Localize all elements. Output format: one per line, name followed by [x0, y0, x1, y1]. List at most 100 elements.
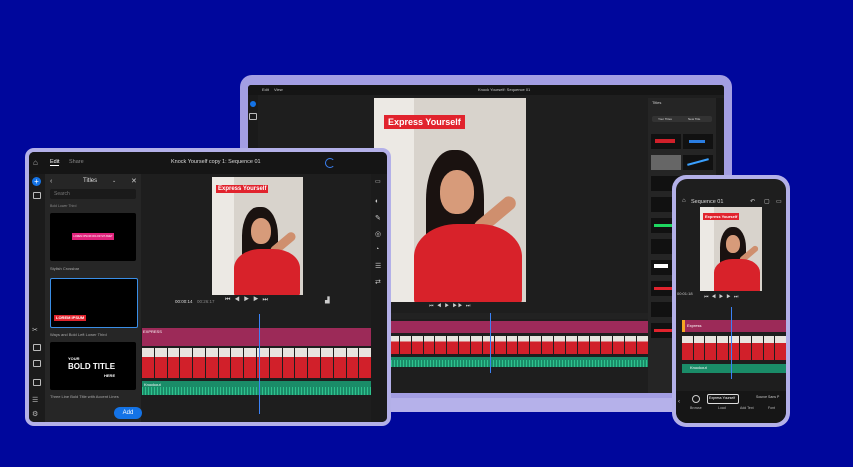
title-overlay[interactable]: Express Yourself: [703, 213, 740, 220]
back-icon[interactable]: ‹: [678, 399, 680, 405]
video-track[interactable]: [682, 336, 786, 360]
red-shirt: [714, 259, 760, 291]
back-icon[interactable]: ‹: [50, 178, 52, 185]
media-icon[interactable]: [249, 113, 257, 120]
title-card-selected[interactable]: LOREM IPSUM: [50, 278, 138, 328]
clip-icon[interactable]: [33, 379, 41, 386]
title-thumb[interactable]: [683, 155, 713, 170]
audio-icon[interactable]: ◎: [375, 230, 381, 238]
comment-icon[interactable]: ▭: [375, 178, 381, 185]
program-monitor: Express Yourself: [212, 177, 303, 295]
title-thumb[interactable]: [651, 134, 681, 149]
export-icon[interactable]: ▢: [764, 198, 770, 205]
playback-buttons-icon[interactable]: ⏮◀▶▶⏭: [704, 294, 741, 300]
tool-add-text[interactable]: Add Text: [740, 406, 754, 410]
tool-load[interactable]: Load: [718, 406, 726, 410]
add-icon[interactable]: [250, 101, 256, 107]
bottom-toolbar: ‹ Browse Express Yourself Load Add Text …: [676, 391, 786, 423]
panel-header: Titles: [652, 100, 662, 105]
timecode: 00:01:18: [677, 291, 693, 296]
red-shirt: [234, 249, 300, 295]
card-label: LOREM IPSUM: [54, 315, 87, 321]
font-chip-selected[interactable]: Express Yourself: [707, 394, 739, 404]
audio-label: Knockout: [690, 365, 707, 370]
add-button[interactable]: Add: [114, 407, 142, 419]
face: [251, 218, 271, 244]
track-label: EXPRESS: [143, 329, 162, 334]
video-track[interactable]: [142, 348, 372, 378]
tablet-left-toolbar: + ✂ ☰ ⚙: [29, 174, 45, 422]
program-monitor: Express Yourself: [700, 207, 762, 291]
comment-icon[interactable]: ▭: [776, 198, 782, 205]
title-track[interactable]: Express: [682, 320, 786, 332]
menu-view[interactable]: View: [274, 87, 283, 92]
playhead[interactable]: [259, 314, 260, 414]
timecode-total: 00:26:17: [197, 299, 215, 304]
speed-icon[interactable]: ◔: [375, 246, 379, 253]
timecode-current: 00:00:14: [175, 299, 193, 304]
chip-label: Express Yourself: [709, 396, 736, 400]
title-card[interactable]: LOREM IPSUM DOLOR SIT AMET: [50, 213, 136, 261]
phone-screen: ⌂ Sequence 01 ↶ ▢ ▭ Express Yourself 00:…: [676, 179, 786, 423]
color-icon[interactable]: ◐: [375, 198, 379, 205]
menu-edit[interactable]: Edit: [262, 87, 269, 92]
audio-track[interactable]: [388, 357, 648, 367]
transport-controls: ⏮ ◀ ▶ ▶▶ ⏭: [374, 303, 526, 311]
title-track[interactable]: EXPRESS: [142, 328, 371, 346]
media-icon[interactable]: [33, 192, 41, 199]
card-line: BOLD TITLE: [68, 362, 116, 371]
progress-spinner-icon: [325, 158, 335, 168]
panel-title[interactable]: Titles: [83, 178, 97, 184]
tool-browse[interactable]: Browse: [690, 406, 702, 410]
face: [726, 235, 740, 253]
tablet-screen: ⌂ Edit Share Knock Yourself copy 1: Sequ…: [29, 152, 387, 422]
copy-icon[interactable]: [33, 344, 41, 351]
scissors-icon[interactable]: ✂: [32, 326, 38, 334]
transform-icon[interactable]: ⇄: [375, 278, 381, 286]
tab-edit[interactable]: Edit: [50, 159, 60, 166]
tab-your-titles[interactable]: Your Titles: [658, 117, 672, 121]
card-caption: Stylish Crossbar: [50, 266, 80, 271]
title-card[interactable]: YOUR BOLD TITLE HERE: [50, 342, 136, 390]
chevron-down-icon[interactable]: ⌄: [112, 178, 116, 184]
card-caption: Bold Lower Third: [50, 204, 77, 208]
search-field[interactable]: Search: [50, 189, 136, 199]
tool-font[interactable]: Font: [768, 406, 775, 410]
undo-icon[interactable]: ↶: [750, 198, 755, 205]
font-chip[interactable]: Source Sans P: [756, 395, 779, 399]
settings-icon[interactable]: ⚙: [32, 410, 38, 418]
playback-buttons-icon[interactable]: ⏮ ◀ ▶ ▶▶ ⏭: [429, 303, 471, 309]
add-media-icon[interactable]: +: [32, 177, 41, 186]
title-thumb[interactable]: [683, 134, 713, 149]
program-monitor: Express Yourself: [374, 98, 526, 302]
browse-icon[interactable]: [692, 395, 700, 403]
close-icon[interactable]: ✕: [131, 177, 137, 185]
playhead[interactable]: [490, 313, 491, 373]
playhead[interactable]: [731, 307, 732, 379]
levels-icon[interactable]: ▟: [325, 297, 330, 304]
effects-icon[interactable]: ✎: [375, 214, 381, 222]
card-line: YOUR: [68, 356, 80, 361]
list-icon[interactable]: ☰: [375, 262, 381, 270]
playback-buttons-icon[interactable]: ⏮◀▶▶⏭: [225, 297, 272, 304]
title-overlay[interactable]: Express Yourself: [384, 115, 465, 129]
laptop-menubar: Edit View Knock Yourself: Sequence 01: [248, 85, 724, 95]
tab-new-title[interactable]: New Title: [688, 117, 700, 121]
video-track[interactable]: [388, 336, 648, 354]
background-wall: [212, 177, 234, 295]
card-caption: Ways and Bold Left Lower Third: [50, 332, 107, 337]
sequence-title: Sequence 01: [691, 199, 724, 205]
window-title: Knock Yourself copy 1: Sequence 01: [171, 159, 261, 165]
home-icon[interactable]: ⌂: [33, 158, 38, 167]
title-overlay[interactable]: Express Yourself: [216, 185, 269, 193]
trash-icon[interactable]: [33, 360, 41, 367]
title-thumb[interactable]: [651, 155, 681, 170]
title-track[interactable]: [388, 321, 648, 333]
audio-track[interactable]: Knockout: [142, 381, 371, 395]
card-line: HERE: [104, 373, 116, 378]
phone-device: ⌂ Sequence 01 ↶ ▢ ▭ Express Yourself 00:…: [672, 175, 790, 427]
home-icon[interactable]: ⌂: [682, 198, 686, 204]
tab-share[interactable]: Share: [69, 159, 84, 165]
list-icon[interactable]: ☰: [32, 396, 38, 404]
audio-track[interactable]: Knockout: [682, 364, 786, 373]
